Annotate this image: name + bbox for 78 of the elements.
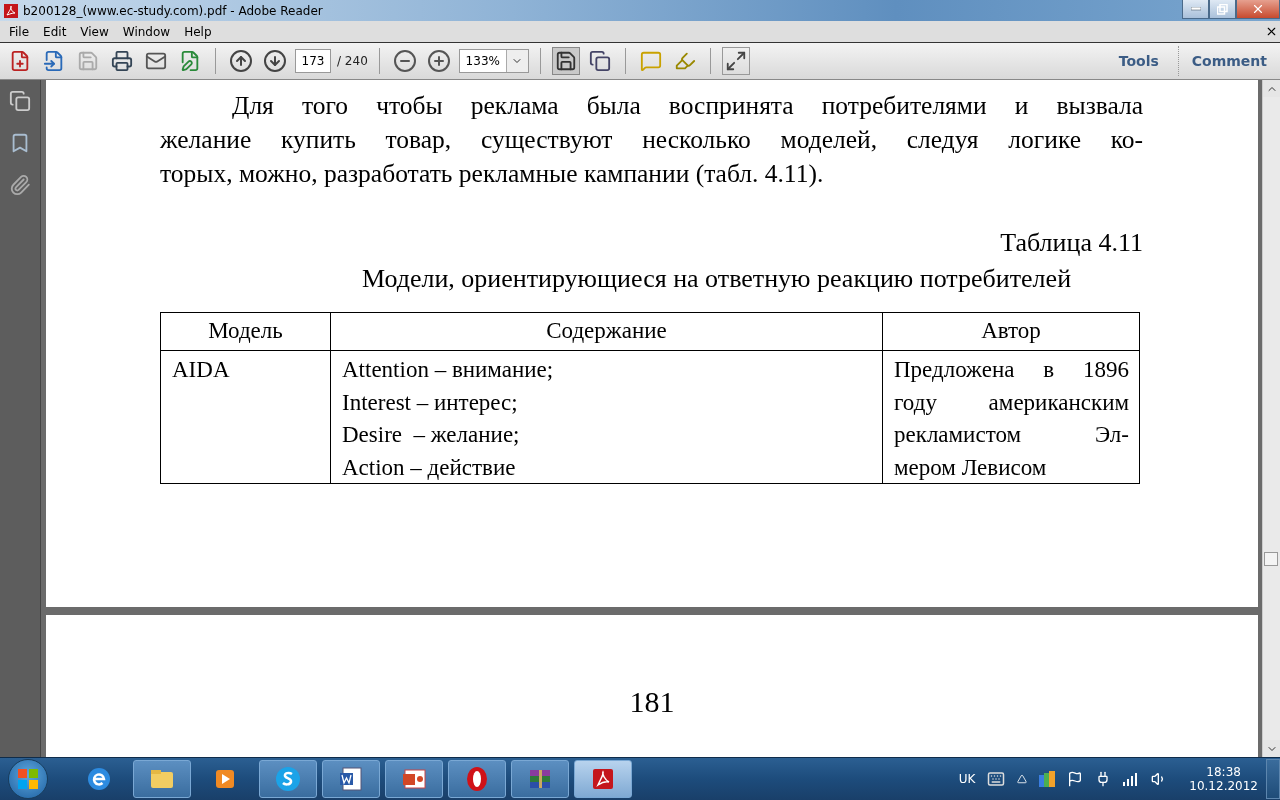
paragraph-line: торых, можно, разработать рекламные кампании (табл. 4.11).: [160, 158, 825, 190]
globe-e-icon: [85, 765, 113, 793]
pdf-icon: [3, 2, 19, 19]
zoom-value: 133%: [464, 53, 501, 70]
minimize-icon: [1190, 7, 1201, 11]
scrollbar[interactable]: [1262, 80, 1280, 757]
clock-date: 10.12.2012: [1189, 779, 1258, 793]
page-number-field[interactable]: 173: [295, 49, 331, 73]
restore-button[interactable]: [1209, 0, 1236, 19]
triangle-up-icon: [1017, 774, 1028, 784]
arrow-down-icon: [263, 49, 287, 73]
pages-icon: [9, 90, 31, 112]
table-title: Модели, ориентирующиеся на ответную реакцию потребителей: [360, 263, 1073, 295]
column-header: Содержание: [331, 313, 883, 351]
document-plus-icon: [9, 50, 31, 72]
paperclip-icon: [9, 174, 31, 196]
panel-link[interactable]: Tools: [1105, 46, 1172, 76]
menu-item[interactable]: View: [73, 24, 116, 39]
table-caption: Таблица 4.11: [999, 227, 1143, 259]
minus-icon: [392, 49, 417, 73]
cell-text-line: Desire – желание;: [342, 421, 521, 449]
page-number: 181: [629, 685, 675, 719]
s-logo-icon: [274, 765, 302, 793]
cell-text-line: Предложена в 1896: [894, 356, 1129, 384]
paragraph-line: Для того чтобы реклама была воспринята потребителями и вызвала: [231, 90, 1143, 122]
clock-time: 18:38: [1206, 765, 1241, 779]
taskbar-app-button[interactable]: [259, 760, 317, 798]
cell-text-line: Interest – интерес;: [342, 388, 519, 417]
speech-bubble-icon: [639, 50, 662, 72]
cell-text-line: рекламистом Эл-: [894, 421, 1129, 449]
taskbar-app-button[interactable]: [322, 760, 380, 798]
start-button[interactable]: [8, 759, 48, 799]
scroll-down-button[interactable]: [1263, 740, 1280, 757]
table-cell-text: AIDA: [172, 356, 231, 384]
menu-item[interactable]: Window: [115, 24, 178, 39]
arrow-up-icon: [229, 49, 253, 73]
cell-text-line: Action – действие: [342, 453, 517, 482]
colored-squares-icon: [1039, 771, 1056, 787]
plus-icon: [426, 49, 451, 73]
document-pen-icon: [179, 50, 201, 72]
column-header: Модель: [161, 313, 331, 351]
fit-page-button[interactable]: [551, 47, 580, 75]
menu-item[interactable]: Edit: [36, 24, 74, 39]
printer-icon: [111, 50, 133, 72]
scroll-thumb[interactable]: [1264, 552, 1278, 566]
close-icon: [1251, 2, 1265, 16]
cell-text-line: году американским: [894, 388, 1129, 417]
menu-item[interactable]: Help: [177, 24, 219, 39]
next-page-button[interactable]: [261, 47, 289, 75]
restore-icon: [1217, 3, 1228, 15]
taskbar-app-button[interactable]: [448, 760, 506, 798]
keyboard-icon: [987, 770, 1006, 788]
attachments-button[interactable]: [9, 174, 31, 196]
scroll-up-button[interactable]: [1263, 80, 1280, 97]
taskbar-app-button[interactable]: [385, 760, 443, 798]
expand-arrows-icon: [724, 50, 747, 72]
envelope-icon: [145, 50, 167, 72]
save-icon: [77, 50, 99, 72]
cell-text-line: Attention – внимание;: [342, 356, 555, 384]
flag-icon: [1067, 771, 1084, 787]
window-title: b200128_(www.ec-study.com).pdf - Adobe Reader: [23, 3, 324, 18]
menu-item[interactable]: File: [2, 24, 37, 39]
cell-text-line: мером Левисом: [894, 453, 1048, 482]
minimize-button[interactable]: [1182, 0, 1209, 19]
highlighter-icon: [673, 50, 696, 72]
previous-page-button[interactable]: [227, 47, 255, 75]
document-arrow-icon: [43, 50, 65, 72]
pages-button[interactable]: [9, 90, 31, 112]
windows-logo-icon: [17, 768, 39, 790]
full-screen-button[interactable]: [721, 47, 750, 75]
paragraph-line: желание купить товар, существуют несколько моделей, следуя логике ко-: [160, 124, 1143, 156]
column-header: Автор: [883, 313, 1139, 351]
panel-link[interactable]: Comment: [1177, 46, 1280, 76]
zoom-field[interactable]: 133%: [458, 49, 529, 73]
document-w-icon: [337, 765, 365, 793]
language-indicator[interactable]: UK: [958, 772, 976, 786]
page-count: / 240: [337, 54, 368, 68]
signal-bars-icon: [1123, 772, 1140, 786]
